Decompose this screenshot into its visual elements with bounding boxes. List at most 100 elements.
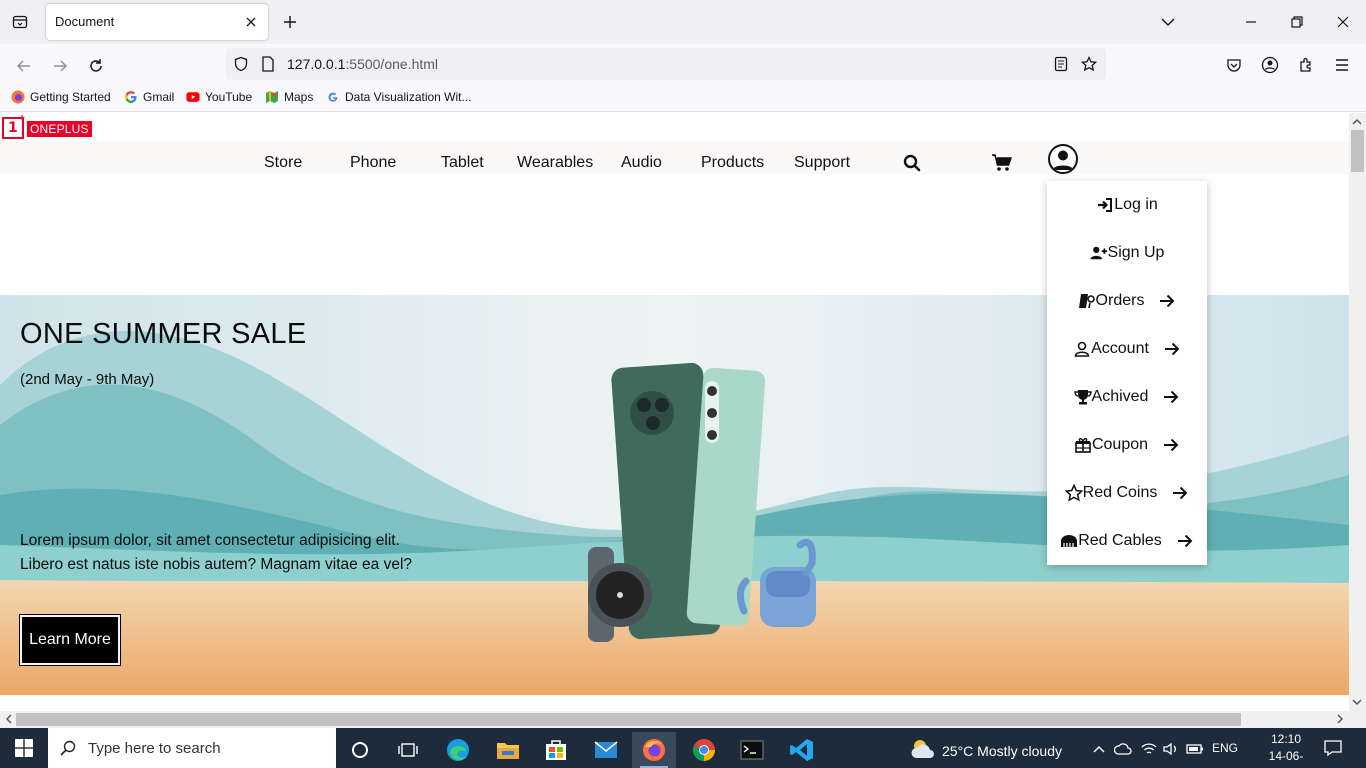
weather-widget[interactable]: 25°C Mostly cloudy (910, 738, 1062, 763)
bookmark-getting-started[interactable]: Getting Started (11, 90, 111, 104)
cable-icon (1060, 532, 1078, 550)
address-bar[interactable]: 127.0.0.1:5500/one.html (226, 48, 1106, 80)
dropdown-signup[interactable]: Sign Up (1047, 238, 1207, 268)
page-icon[interactable] (259, 55, 277, 73)
firefox-icon (11, 90, 25, 104)
bookmark-maps[interactable]: Maps (265, 90, 313, 104)
pocket-icon[interactable] (1223, 54, 1245, 76)
terminal-icon[interactable] (730, 732, 774, 768)
youtube-icon (186, 90, 200, 104)
shield-icon[interactable] (232, 55, 250, 73)
browser-tab[interactable]: Document (46, 4, 268, 40)
dropdown-orders[interactable]: Orders (1047, 286, 1207, 316)
search-icon[interactable] (902, 153, 922, 173)
horizontal-scrollbar[interactable] (0, 711, 1349, 728)
gift-icon (1074, 436, 1092, 454)
close-window-icon[interactable] (1333, 12, 1353, 32)
url-path: :5500/one.html (345, 56, 439, 72)
user-dropdown-panel: Log in Sign Up Orders Account Achived Co… (1047, 181, 1207, 565)
nav-support[interactable]: Support (794, 154, 850, 172)
dropdown-red-coins[interactable]: Red Coins (1047, 478, 1207, 508)
extensions-icon[interactable] (1295, 54, 1317, 76)
login-icon (1096, 196, 1114, 214)
forward-icon[interactable] (48, 54, 72, 78)
minimize-icon[interactable] (1241, 12, 1261, 32)
menu-icon[interactable] (1331, 54, 1353, 76)
file-explorer-icon[interactable] (486, 732, 530, 768)
tab-list-icon[interactable] (8, 10, 32, 34)
cortana-icon[interactable] (338, 732, 382, 768)
nav-store[interactable]: Store (264, 154, 302, 172)
dropdown-account[interactable]: Account (1047, 334, 1207, 364)
google-icon (124, 90, 138, 104)
dropdown-achived[interactable]: Achived (1047, 382, 1207, 412)
dropdown-label: Orders (1095, 292, 1145, 309)
back-icon[interactable] (12, 54, 36, 78)
maps-icon (265, 90, 279, 104)
dropdown-login[interactable]: Log in (1047, 190, 1207, 220)
star-icon (1064, 484, 1083, 502)
onedrive-icon[interactable] (1114, 740, 1132, 758)
reload-icon[interactable] (84, 54, 108, 78)
chrome-icon[interactable] (682, 732, 726, 768)
cart-icon[interactable] (992, 153, 1012, 173)
bookmark-label: Maps (284, 90, 314, 104)
browser-tab-bar: Document (0, 0, 1366, 44)
wifi-icon[interactable] (1140, 740, 1158, 758)
dropdown-label: Achived (1091, 388, 1149, 405)
bookmark-star-icon[interactable] (1080, 55, 1098, 73)
scroll-down-icon[interactable] (1351, 696, 1363, 708)
oneplus-logo[interactable]: 1 + ONEPLUS (2, 113, 92, 139)
user-plus-icon (1089, 244, 1108, 262)
bookmark-youtube[interactable]: YouTube (186, 90, 252, 104)
mail-icon[interactable] (584, 732, 628, 768)
user-avatar-icon[interactable] (1048, 144, 1078, 174)
nav-audio[interactable]: Audio (621, 154, 662, 172)
dropdown-label: Log in (1114, 196, 1158, 213)
edge-icon[interactable] (436, 732, 480, 768)
scroll-right-icon[interactable] (1334, 713, 1346, 725)
vertical-scroll-thumb[interactable] (1351, 130, 1364, 172)
new-tab-icon[interactable] (280, 12, 300, 32)
account-icon[interactable] (1259, 54, 1281, 76)
scrollbar-corner (1349, 711, 1366, 728)
close-tab-icon[interactable] (242, 13, 260, 31)
nav-phone[interactable]: Phone (350, 154, 396, 172)
battery-icon[interactable] (1186, 740, 1204, 758)
scroll-up-icon[interactable] (1351, 116, 1363, 128)
nav-tablet[interactable]: Tablet (441, 154, 484, 172)
scroll-left-icon[interactable] (3, 713, 15, 725)
learn-more-button[interactable]: Learn More (20, 615, 120, 665)
nav-products[interactable]: Products (701, 154, 764, 172)
reader-view-icon[interactable] (1052, 55, 1070, 73)
horizontal-scroll-thumb[interactable] (16, 713, 1241, 726)
dropdown-red-cables[interactable]: Red Cables (1047, 526, 1207, 556)
bookmark-data-visualization[interactable]: Data Visualization Wit... (326, 90, 472, 104)
bookmark-gmail[interactable]: Gmail (124, 90, 174, 104)
show-hidden-icons-icon[interactable] (1090, 740, 1108, 758)
tab-title: Document (55, 14, 115, 29)
restore-icon[interactable] (1287, 12, 1307, 32)
microsoft-store-icon[interactable] (534, 732, 578, 768)
vscode-icon[interactable] (780, 732, 824, 768)
arrow-right-icon (1176, 532, 1194, 550)
firefox-taskbar-icon[interactable] (632, 732, 676, 768)
notification-icon[interactable] (1324, 739, 1342, 757)
taskbar-search-box[interactable]: Type here to search (48, 728, 336, 768)
browser-navigation-bar: 127.0.0.1:5500/one.html (0, 44, 1366, 86)
user-icon (1073, 340, 1091, 358)
dropdown-coupon[interactable]: Coupon (1047, 430, 1207, 460)
task-view-icon[interactable] (386, 732, 430, 768)
list-all-tabs-icon[interactable] (1158, 12, 1178, 32)
system-clock[interactable]: 12:10 14-06-2024 (1258, 731, 1314, 768)
nav-wearables[interactable]: Wearables (517, 154, 593, 172)
volume-icon[interactable] (1162, 740, 1180, 758)
arrow-right-icon (1162, 388, 1180, 406)
input-language[interactable]: ENG (1212, 741, 1238, 755)
windows-start-icon[interactable] (0, 728, 48, 768)
vertical-scrollbar[interactable] (1349, 113, 1366, 711)
weather-cloud-icon (910, 738, 936, 763)
banner-description: Lorem ipsum dolor, sit amet consectetur … (20, 529, 440, 577)
search-icon (60, 740, 76, 756)
bookmark-label: YouTube (205, 90, 253, 104)
